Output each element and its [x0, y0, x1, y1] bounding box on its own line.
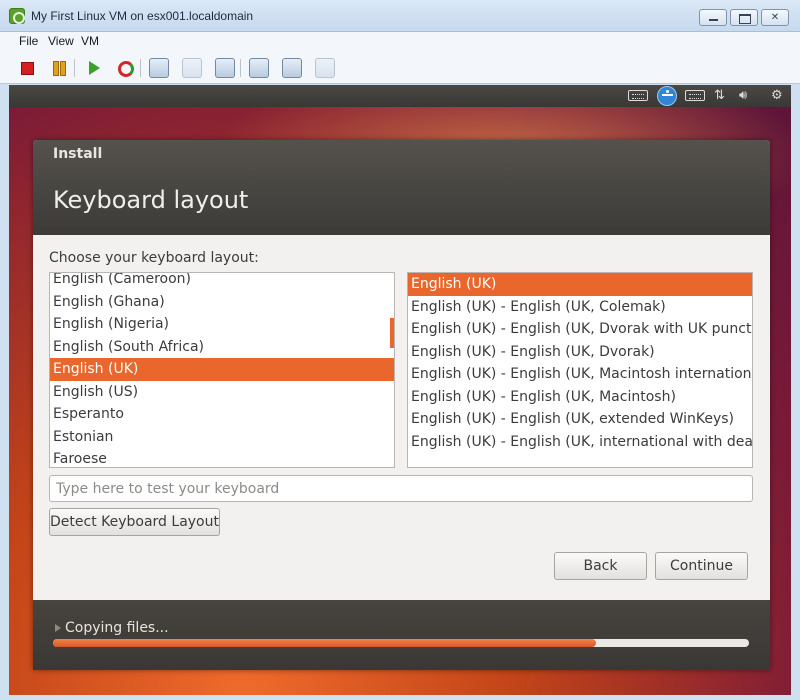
stop-icon[interactable] — [17, 58, 37, 78]
vm-screen[interactable]: ⇅ 🔊︎ ⚙ Install Keyboard layout Choose yo… — [9, 85, 791, 695]
maximize-button[interactable] — [730, 9, 758, 26]
console-icon[interactable] — [282, 58, 302, 78]
list-item[interactable]: English (US) — [50, 381, 394, 404]
volume-icon[interactable]: 🔊︎ — [739, 88, 747, 104]
list-item[interactable]: Faroese — [50, 448, 394, 467]
keyboard-icon[interactable] — [628, 90, 648, 101]
page-title: Keyboard layout — [53, 186, 249, 214]
keyboard-layout-icon[interactable] — [685, 90, 705, 101]
list-item-selected[interactable]: English (UK) — [408, 273, 752, 296]
snapshot-manager-icon[interactable] — [215, 58, 235, 78]
list-item[interactable]: English (Ghana) — [50, 291, 394, 314]
minimize-button[interactable] — [699, 9, 727, 26]
list-item[interactable]: Esperanto — [50, 403, 394, 426]
progress-bar — [53, 639, 749, 647]
toolbar-separator — [140, 59, 141, 77]
close-button[interactable]: ✕ — [761, 9, 789, 26]
window-title: My First Linux VM on esx001.localdomain — [31, 9, 254, 23]
vm-console-app-icon — [9, 8, 25, 24]
expander-arrow-icon[interactable] — [55, 624, 61, 632]
play-icon[interactable] — [83, 58, 103, 78]
list-item[interactable]: English (UK) - English (UK, Colemak) — [408, 296, 752, 319]
progress-label: Copying files... — [65, 620, 169, 636]
menu-file[interactable]: File — [19, 34, 38, 48]
list-item[interactable]: English (UK) - English (UK, internationa… — [408, 431, 752, 454]
list-item[interactable]: English (UK) - English (UK, Dvorak with … — [408, 318, 752, 341]
menu-bar: File View VM — [0, 32, 800, 52]
progress-bar-fill — [53, 639, 596, 647]
list-item[interactable]: Estonian — [50, 426, 394, 449]
window-titlebar: My First Linux VM on esx001.localdomain … — [0, 0, 800, 32]
layout-list-scrollbar[interactable] — [390, 318, 394, 348]
list-item[interactable]: English (UK) - English (UK, extended Win… — [408, 408, 752, 431]
keyboard-test-input[interactable] — [49, 475, 753, 502]
variant-list[interactable]: English (UK) English (UK) - English (UK,… — [407, 272, 753, 468]
menu-view[interactable]: View — [48, 34, 74, 48]
snapshot-icon[interactable] — [149, 58, 169, 78]
reset-icon[interactable] — [115, 58, 135, 78]
continue-button[interactable]: Continue — [655, 552, 748, 580]
list-item-selected[interactable]: English (UK) — [50, 358, 394, 381]
choose-layout-label: Choose your keyboard layout: — [49, 250, 259, 266]
back-button[interactable]: Back — [554, 552, 647, 580]
layout-list[interactable]: English (Cameroon) English (Ghana) Engli… — [49, 272, 395, 468]
installer-footer: Copying files... — [33, 600, 770, 670]
installer-window-label: Install — [53, 146, 103, 162]
list-item[interactable]: English (South Africa) — [50, 336, 394, 359]
list-item[interactable]: English (UK) - English (UK, Macintosh in… — [408, 363, 752, 386]
accessibility-icon[interactable] — [657, 86, 677, 106]
list-item[interactable]: English (UK) - English (UK, Macintosh) — [408, 386, 752, 409]
installer-dialog: Install Keyboard layout Choose your keyb… — [33, 140, 770, 670]
connect-device-icon[interactable] — [315, 58, 335, 78]
edit-settings-icon[interactable] — [249, 58, 269, 78]
settings-gear-icon[interactable]: ⚙ — [771, 88, 783, 104]
toolbar — [0, 52, 800, 84]
menu-vm[interactable]: VM — [81, 34, 99, 48]
guest-indicator-bar: ⇅ 🔊︎ ⚙ — [9, 85, 791, 107]
installer-header: Install Keyboard layout — [33, 140, 770, 235]
detect-keyboard-layout-button[interactable]: Detect Keyboard Layout — [49, 508, 220, 536]
list-item[interactable]: English (Nigeria) — [50, 313, 394, 336]
list-item[interactable]: English (UK) - English (UK, Dvorak) — [408, 341, 752, 364]
list-item[interactable]: English (Cameroon) — [50, 273, 394, 291]
revert-snapshot-icon[interactable] — [182, 58, 202, 78]
network-icon[interactable]: ⇅ — [714, 88, 725, 104]
toolbar-separator — [74, 59, 75, 77]
toolbar-separator — [240, 59, 241, 77]
pause-icon[interactable] — [49, 58, 69, 78]
